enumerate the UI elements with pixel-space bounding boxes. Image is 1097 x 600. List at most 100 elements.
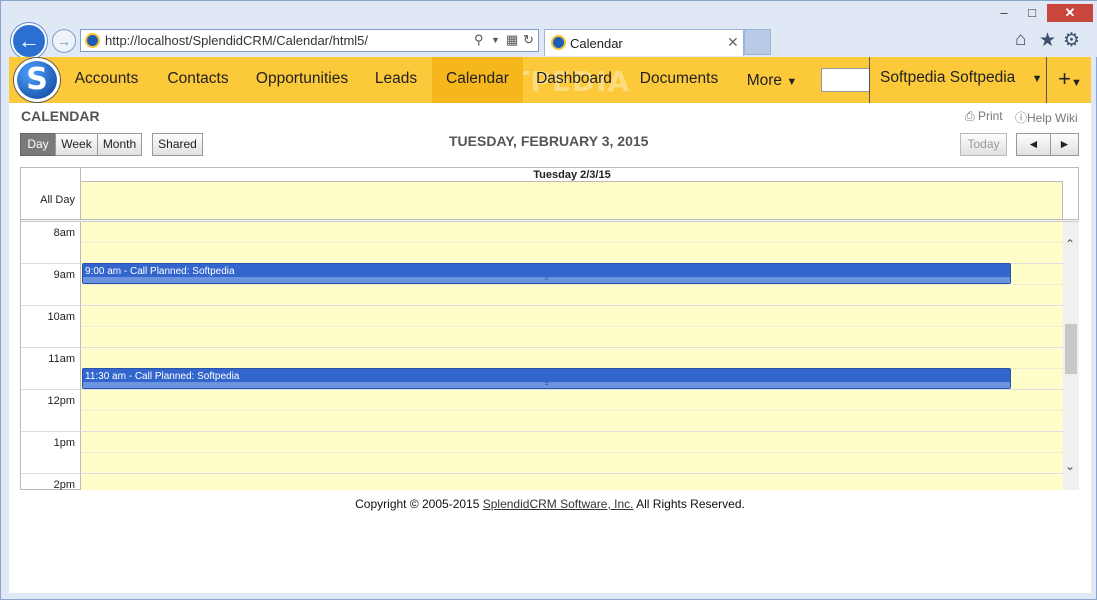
nav-item-opportunities[interactable]: Opportunities bbox=[247, 57, 357, 103]
hour-label: 11am bbox=[21, 348, 80, 390]
half-hour-line bbox=[81, 284, 1063, 285]
all-day-label: All Day bbox=[40, 194, 75, 206]
half-hour-line bbox=[81, 452, 1063, 453]
arrow-right-icon: → bbox=[57, 33, 71, 49]
today-button[interactable]: Today bbox=[960, 133, 1007, 156]
nav-item-dashboard[interactable]: Dashboard bbox=[527, 57, 621, 103]
day-column-header: Tuesday 2/3/15 bbox=[80, 168, 1063, 182]
nav-more-menu[interactable]: More ▼ bbox=[739, 57, 805, 103]
half-hour-line bbox=[81, 242, 1063, 243]
arrow-left-icon: ← bbox=[18, 28, 40, 53]
hour-row: 1pm bbox=[21, 432, 1063, 474]
hour-cell[interactable] bbox=[80, 306, 1063, 348]
event-label: 11:30 am - Call Planned: Softpedia bbox=[85, 371, 240, 382]
hour-grid: 8am 9am 10am 11am 12pm 1pm 2pm 9:00 am - Call P… bbox=[21, 222, 1063, 490]
chevron-down-icon[interactable]: ⌄ bbox=[1065, 459, 1075, 473]
back-button[interactable]: ← bbox=[11, 23, 47, 59]
hour-label: 9am bbox=[21, 264, 80, 306]
chevron-down-icon: ▼ bbox=[1031, 73, 1043, 85]
nav-item-contacts[interactable]: Contacts bbox=[157, 57, 239, 103]
refresh-icon[interactable]: ↻ bbox=[523, 32, 534, 48]
user-name: Softpedia Softpedia bbox=[880, 69, 1016, 86]
hour-row: 2pm bbox=[21, 474, 1063, 490]
half-hour-line bbox=[81, 326, 1063, 327]
plus-icon: + bbox=[1058, 66, 1071, 91]
event-resize-handle[interactable]: = bbox=[83, 276, 1010, 283]
minimize-button[interactable]: – bbox=[993, 4, 1015, 22]
nav-item-leads[interactable]: Leads bbox=[365, 57, 427, 103]
rights-text: All Rights Reserved. bbox=[633, 497, 745, 511]
chevron-up-icon[interactable]: ⌃ bbox=[1065, 237, 1075, 251]
site-favicon-icon bbox=[85, 33, 100, 48]
hour-row: 10am bbox=[21, 306, 1063, 348]
shared-view-button[interactable]: Shared bbox=[152, 133, 203, 156]
hour-row: 8am bbox=[21, 222, 1063, 264]
scrollbar-thumb[interactable] bbox=[1065, 324, 1077, 374]
gear-icon[interactable]: ⚙ bbox=[1063, 29, 1080, 52]
next-day-button[interactable]: ► bbox=[1050, 133, 1079, 156]
hour-cell[interactable] bbox=[80, 432, 1063, 474]
quick-create-menu[interactable]: +▼ bbox=[1049, 57, 1091, 103]
browser-chrome: – □ ✕ ← → http://localhost/SplendidCRM/C… bbox=[1, 1, 1097, 59]
nav-item-calendar[interactable]: Calendar bbox=[432, 57, 523, 103]
address-url[interactable]: http://localhost/SplendidCRM/Calendar/ht… bbox=[105, 33, 368, 48]
nav-search-input[interactable] bbox=[821, 68, 870, 92]
close-tab-icon[interactable]: ✕ bbox=[727, 34, 739, 51]
hour-row: 12pm bbox=[21, 390, 1063, 432]
week-view-button[interactable]: Week bbox=[55, 133, 98, 156]
print-label: Print bbox=[977, 109, 1003, 123]
company-link[interactable]: SplendidCRM Software, Inc. bbox=[483, 497, 634, 511]
copyright-text: Copyright © 2005-2015 bbox=[355, 497, 483, 511]
hour-cell[interactable] bbox=[80, 390, 1063, 432]
half-hour-line bbox=[81, 410, 1063, 411]
footer: Copyright © 2005-2015 SplendidCRM Softwa… bbox=[9, 497, 1091, 511]
splendidcrm-logo[interactable]: S bbox=[14, 58, 60, 102]
nav-item-accounts[interactable]: Accounts bbox=[65, 57, 148, 103]
chevron-down-icon: ▼ bbox=[1070, 77, 1082, 89]
hour-label: 12pm bbox=[21, 390, 80, 432]
print-link[interactable]: ⎙ Print bbox=[965, 109, 1003, 124]
hour-label: 1pm bbox=[21, 432, 80, 474]
forward-button[interactable]: → bbox=[52, 29, 76, 53]
close-window-button[interactable]: ✕ bbox=[1047, 4, 1093, 22]
help-wiki-link[interactable]: ⓘHelp Wiki bbox=[1015, 109, 1078, 126]
app-navbar: S SOFTPEDIA Accounts Contacts Opportunit… bbox=[9, 57, 1091, 103]
page-viewport: S SOFTPEDIA Accounts Contacts Opportunit… bbox=[9, 57, 1091, 593]
all-day-cell[interactable] bbox=[80, 182, 1063, 219]
hour-cell[interactable] bbox=[80, 474, 1063, 490]
user-menu[interactable]: Softpedia Softpedia ▼ bbox=[869, 57, 1047, 103]
chevron-down-icon[interactable]: ▼ bbox=[491, 35, 500, 45]
month-view-button[interactable]: Month bbox=[97, 133, 142, 156]
hour-label: 10am bbox=[21, 306, 80, 348]
help-label: Help Wiki bbox=[1027, 111, 1078, 125]
maximize-button[interactable]: □ bbox=[1021, 4, 1043, 22]
event-label: 9:00 am - Call Planned: Softpedia bbox=[85, 266, 235, 277]
home-icon[interactable]: ⌂ bbox=[1015, 29, 1026, 51]
tab-title: Calendar bbox=[570, 36, 623, 51]
date-title: TUESDAY, FEBRUARY 3, 2015 bbox=[449, 133, 649, 149]
nav-item-documents[interactable]: Documents bbox=[631, 57, 727, 103]
star-icon[interactable]: ★ bbox=[1039, 29, 1056, 52]
browser-window: – □ ✕ ← → http://localhost/SplendidCRM/C… bbox=[0, 0, 1097, 600]
chevron-down-icon: ▼ bbox=[786, 76, 798, 88]
nav-more-label: More bbox=[746, 72, 783, 89]
address-bar[interactable]: http://localhost/SplendidCRM/Calendar/ht… bbox=[80, 29, 539, 52]
hour-cell[interactable] bbox=[80, 222, 1063, 264]
printer-icon: ⎙ bbox=[965, 109, 975, 123]
browser-tab-calendar[interactable]: Calendar ✕ bbox=[544, 29, 744, 56]
calendar-grid: Tuesday 2/3/15 All Day 8am 9am 10am 11am 12p… bbox=[20, 167, 1079, 490]
tab-favicon-icon bbox=[551, 35, 566, 50]
calendar-scrollbar[interactable]: ⌃ ⌄ bbox=[1063, 222, 1079, 490]
hour-label: 8am bbox=[21, 222, 80, 264]
event-resize-handle[interactable]: = bbox=[83, 381, 1010, 388]
page-title: CALENDAR bbox=[21, 108, 100, 124]
calendar-event[interactable]: 11:30 am - Call Planned: Softpedia = bbox=[82, 368, 1011, 389]
day-view-button[interactable]: Day bbox=[20, 133, 56, 156]
help-icon: ⓘ bbox=[1015, 111, 1028, 125]
calendar-event[interactable]: 9:00 am - Call Planned: Softpedia = bbox=[82, 263, 1011, 284]
search-icon[interactable]: ⚲ bbox=[474, 32, 484, 48]
hour-label: 2pm bbox=[21, 474, 80, 490]
compatibility-view-icon[interactable]: ▦ bbox=[506, 32, 518, 48]
previous-day-button[interactable]: ◄ bbox=[1016, 133, 1051, 156]
new-tab-button[interactable] bbox=[744, 29, 771, 55]
